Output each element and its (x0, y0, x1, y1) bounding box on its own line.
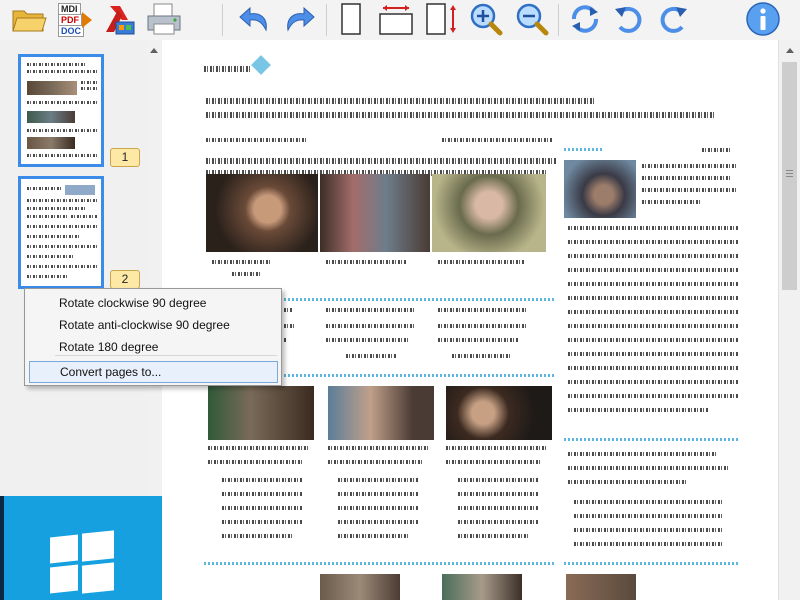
open-folder-button[interactable] (8, 0, 50, 38)
zoom-out-icon (514, 2, 550, 36)
zoom-in-icon (468, 2, 504, 36)
page-thumbnail-1[interactable] (18, 54, 104, 167)
info-icon (745, 1, 781, 37)
print-button[interactable] (142, 0, 186, 38)
print-icon (144, 2, 184, 36)
doc-photo (432, 174, 546, 252)
menu-item-convert-pages[interactable]: Convert pages to... (29, 361, 278, 383)
undo-icon (238, 4, 272, 34)
doc-photo (320, 574, 400, 600)
toolbar: MDI PDF DOC (0, 0, 800, 41)
page-thumbnail-2[interactable] (18, 176, 104, 289)
convert-button[interactable]: MDI PDF DOC (52, 0, 96, 38)
undo-button[interactable] (236, 0, 274, 38)
page-context-menu: Rotate clockwise 90 degree Rotate anti-c… (24, 288, 282, 386)
fit-width-button[interactable] (376, 0, 416, 38)
windows-logo-tile (0, 496, 162, 600)
doc-photo (328, 386, 434, 440)
page-number-badge-1: 1 (110, 148, 140, 167)
page-number-badge-2: 2 (110, 270, 140, 289)
doc-logo (204, 66, 252, 72)
scroll-up-arrow[interactable] (150, 48, 158, 53)
menu-item-rotate-anticlockwise-90[interactable]: Rotate anti-clockwise 90 degree (25, 314, 281, 336)
rotate-clockwise-icon (656, 3, 690, 35)
doc-photo (446, 386, 552, 440)
convert-mdi-pdf-doc-icon: MDI PDF DOC (54, 2, 94, 37)
fit-height-icon (423, 2, 461, 36)
doc-photo (208, 386, 314, 440)
info-button[interactable] (742, 0, 784, 38)
rotate-clockwise-button[interactable] (654, 0, 692, 38)
fit-page-button[interactable] (334, 0, 368, 38)
menu-item-rotate-clockwise-90[interactable]: Rotate clockwise 90 degree (25, 292, 281, 314)
tile-edge (0, 496, 4, 600)
fit-width-icon (377, 2, 415, 36)
zoom-in-button[interactable] (466, 0, 506, 38)
doc-logo-mark (251, 55, 271, 75)
fit-height-button[interactable] (422, 0, 462, 38)
rotate-anticlockwise-button[interactable] (610, 0, 648, 38)
document-scrollbar[interactable] (778, 40, 800, 600)
redo-icon (282, 4, 316, 34)
doc-photo (564, 160, 636, 218)
export-icon (100, 2, 138, 36)
scrollbar-thumb[interactable] (782, 62, 797, 290)
doc-photo (442, 574, 522, 600)
redo-button[interactable] (280, 0, 318, 38)
zoom-out-button[interactable] (512, 0, 552, 38)
fit-page-icon (339, 2, 363, 36)
menu-separator (55, 355, 277, 356)
rotate-icon (568, 3, 602, 35)
rotate-button[interactable] (566, 0, 604, 38)
scroll-up-arrow[interactable] (786, 48, 794, 53)
toolbar-separator (558, 4, 559, 36)
rotate-anticlockwise-icon (612, 3, 646, 35)
toolbar-separator (326, 4, 327, 36)
export-button[interactable] (98, 0, 140, 38)
doc-photo (566, 574, 636, 600)
open-folder-icon (10, 3, 48, 35)
doc-photo (206, 174, 318, 252)
doc-photo (320, 174, 430, 252)
toolbar-separator (222, 4, 223, 36)
